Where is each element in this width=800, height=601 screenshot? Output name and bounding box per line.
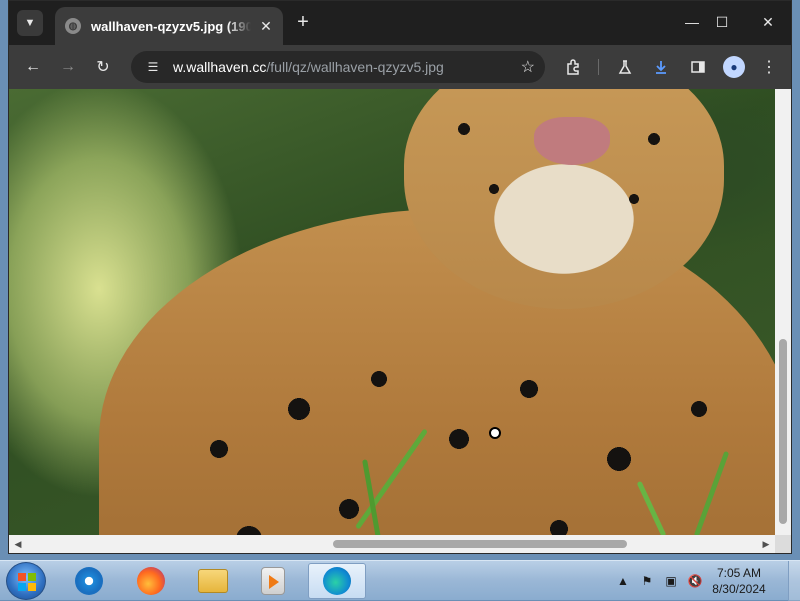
show-desktop-button[interactable] (788, 561, 800, 601)
scroll-left-icon[interactable]: ◀ (12, 538, 24, 550)
new-tab-button[interactable]: + (291, 11, 315, 35)
tab-title: wallhaven-qzyzv5.jpg (1900×1 (91, 18, 251, 34)
tab-close-icon[interactable]: ✕ (257, 18, 275, 35)
reload-button[interactable]: ↻ (91, 55, 115, 79)
extensions-icon[interactable] (561, 55, 585, 79)
forward-button[interactable]: → (56, 55, 80, 79)
menu-icon[interactable]: ⋮ (757, 55, 781, 79)
maximize-icon: ☐ (715, 13, 729, 30)
toolbar-separator (598, 59, 599, 75)
network-icon[interactable]: ▣ (662, 572, 680, 590)
vertical-scrollbar[interactable] (775, 89, 791, 535)
url-host: w.wallhaven.cc (173, 59, 267, 75)
arrow-left-icon: ← (25, 58, 41, 75)
media-player-icon (261, 567, 285, 595)
close-icon: ✕ (762, 13, 774, 30)
labs-icon[interactable] (613, 55, 637, 79)
bookmark-star-icon[interactable]: ☆ (521, 57, 535, 77)
scroll-right-icon[interactable]: ▶ (760, 538, 772, 550)
globe-icon: ◍ (65, 18, 81, 34)
minimize-button[interactable]: — (677, 9, 707, 35)
edge-icon (323, 567, 351, 595)
browser-toolbar: ← → ↻ ☰ w.wallhaven.cc/full/qz/wallhaven… (9, 45, 791, 89)
taskbar: ▲ ⚑ ▣ 🔇 7:05 AM 8/30/2024 (0, 560, 800, 601)
internet-explorer-icon (75, 567, 103, 595)
side-panel-icon[interactable] (686, 55, 710, 79)
firefox-icon (137, 567, 165, 595)
maximize-button[interactable]: ☐ (707, 9, 737, 35)
arrow-right-icon: → (60, 58, 76, 75)
jaguar-photo (9, 89, 775, 535)
taskbar-file-explorer[interactable] (184, 563, 242, 599)
download-icon[interactable] (649, 55, 673, 79)
horizontal-scroll-thumb[interactable] (333, 540, 627, 548)
clock-time: 7:05 AM (716, 566, 762, 580)
tab-search-button[interactable]: ▼ (17, 10, 43, 36)
scroll-corner (775, 535, 791, 553)
tab-active[interactable]: ◍ wallhaven-qzyzv5.jpg (1900×1 ✕ (55, 7, 283, 45)
start-button[interactable] (6, 562, 46, 600)
clock[interactable]: 7:05 AM 8/30/2024 (704, 565, 774, 597)
action-center-flag-icon[interactable]: ⚑ (638, 572, 656, 590)
tray-overflow-icon[interactable]: ▲ (614, 572, 632, 590)
minimize-icon: — (685, 14, 699, 30)
windows-logo-icon (18, 573, 36, 591)
taskbar-media-player[interactable] (244, 563, 302, 599)
horizontal-scrollbar[interactable]: ◀ ▶ (9, 535, 775, 553)
jaguar-nose (534, 117, 610, 165)
browser-window: ▼ ◍ wallhaven-qzyzv5.jpg (1900×1 ✕ + — ☐… (8, 0, 792, 554)
chevron-down-icon: ▼ (24, 17, 36, 29)
taskbar-edge[interactable] (308, 563, 366, 599)
clock-date: 8/30/2024 (712, 582, 766, 596)
mouse-cursor (489, 427, 501, 439)
reload-icon: ↻ (96, 59, 110, 76)
volume-muted-icon[interactable]: 🔇 (686, 572, 704, 590)
taskbar-firefox[interactable] (122, 563, 180, 599)
profile-icon[interactable]: ● (723, 56, 745, 78)
taskbar-internet-explorer[interactable] (60, 563, 118, 599)
back-button[interactable]: ← (21, 55, 45, 79)
vertical-scroll-thumb[interactable] (779, 339, 787, 524)
url-path: /full/qz/wallhaven-qzyzv5.jpg (266, 59, 444, 75)
tab-strip: ▼ ◍ wallhaven-qzyzv5.jpg (1900×1 ✕ + — ☐… (9, 1, 791, 45)
site-info-icon[interactable]: ☰ (143, 57, 163, 77)
address-bar[interactable]: ☰ w.wallhaven.cc/full/qz/wallhaven-qzyzv… (131, 51, 545, 83)
close-window-button[interactable]: ✕ (753, 9, 783, 35)
folder-icon (198, 569, 228, 593)
url-text[interactable]: w.wallhaven.cc/full/qz/wallhaven-qzyzv5.… (173, 59, 444, 75)
